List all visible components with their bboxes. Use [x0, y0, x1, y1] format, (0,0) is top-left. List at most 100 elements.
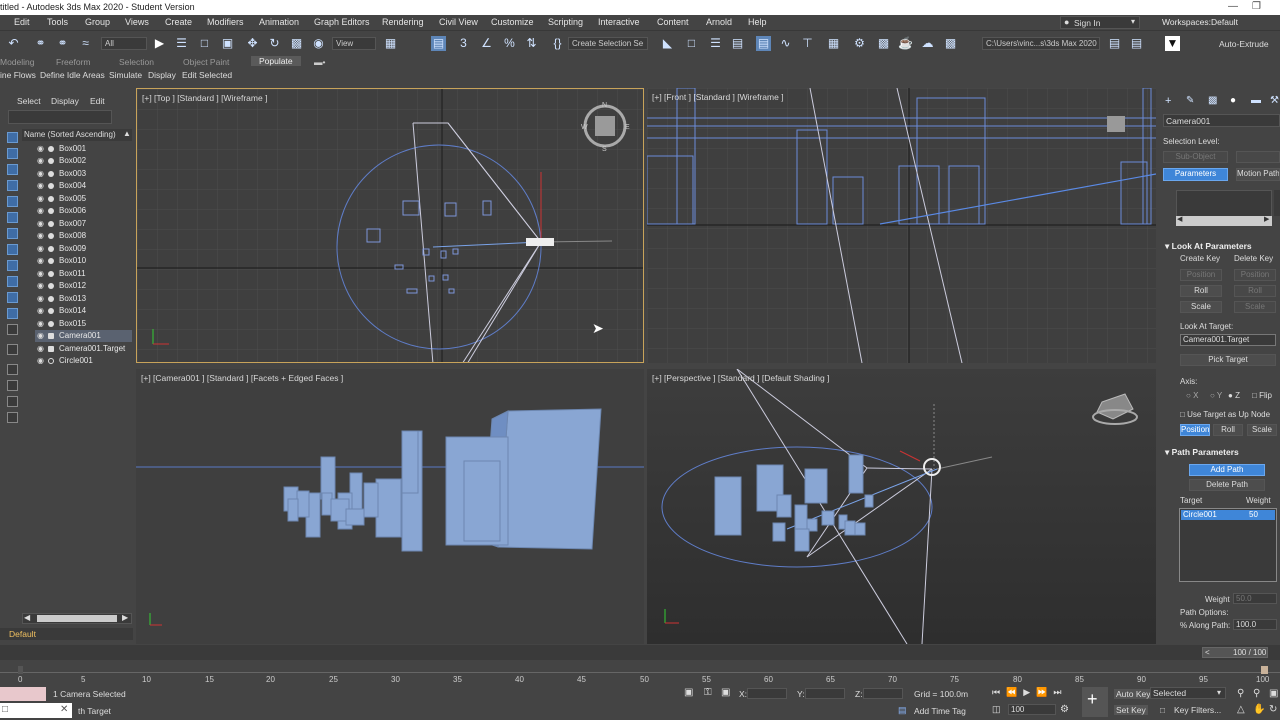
- time-config-icon[interactable]: ◫: [992, 704, 1001, 715]
- scene-list-header[interactable]: Name (Sorted Ascending) ▲: [22, 129, 132, 141]
- list-item[interactable]: ◉ Box004: [35, 180, 132, 192]
- scroll-right-icon[interactable]: ▶: [1264, 215, 1269, 223]
- display-geometry-icon[interactable]: [7, 148, 18, 159]
- display-space-warps-icon[interactable]: [7, 228, 18, 239]
- list-item[interactable]: ◉ Box012: [35, 280, 132, 292]
- visibility-eye-icon[interactable]: ◉: [37, 143, 44, 155]
- selection-lock-icon[interactable]: ⚿: [704, 687, 712, 698]
- visibility-eye-icon[interactable]: ◉: [37, 205, 44, 217]
- material-editor-icon[interactable]: ▦: [826, 36, 841, 51]
- modify-tab-icon[interactable]: ✎: [1186, 95, 1194, 106]
- visibility-eye-icon[interactable]: ◉: [37, 355, 44, 367]
- track-bar[interactable]: 0 5 10 15 20 25 30 35 40 45 50 55 60 65 …: [0, 663, 1280, 685]
- menu-edit[interactable]: Edit: [14, 17, 30, 27]
- filter-icon[interactable]: [7, 396, 18, 407]
- menu-tools[interactable]: Tools: [47, 17, 68, 27]
- menu-arnold[interactable]: Arnold: [706, 17, 732, 27]
- angle-snap-icon[interactable]: ∠: [479, 36, 494, 51]
- motion-tab-icon[interactable]: ●: [1230, 95, 1236, 106]
- scroll-left-icon[interactable]: ◀: [24, 613, 30, 622]
- ribbon-toggle-icon[interactable]: ▤: [756, 36, 771, 51]
- project-folder-icon[interactable]: ▤: [1107, 36, 1122, 51]
- time-slider-thumb[interactable]: < 100 / 100: [1202, 647, 1268, 658]
- axis-y-radio[interactable]: ○ Y: [1210, 391, 1222, 400]
- move-icon[interactable]: ✥: [245, 36, 260, 51]
- scene-explorer-toggle-icon[interactable]: ☰: [708, 36, 723, 51]
- visibility-eye-icon[interactable]: ◉: [37, 330, 44, 342]
- scale-toggle-button[interactable]: Scale: [1247, 424, 1277, 436]
- display-tab-icon[interactable]: ▬: [1251, 95, 1261, 106]
- auto-extrude-label[interactable]: Auto-Extrude: [1219, 39, 1269, 49]
- absolute-mode-icon[interactable]: ▣: [721, 687, 730, 698]
- scene-menu-display[interactable]: Display: [51, 96, 79, 106]
- viewport-top[interactable]: N W E S [+] [Top ] [Standard ] [Wirefram…: [136, 88, 644, 363]
- list-item[interactable]: ◉ Box011: [35, 268, 132, 280]
- delete-path-button[interactable]: Delete Path: [1189, 479, 1265, 491]
- find-icon[interactable]: [7, 412, 18, 423]
- edit-named-selection-icon[interactable]: {}: [550, 36, 565, 51]
- list-item[interactable]: ◉ Box008: [35, 230, 132, 242]
- visibility-eye-icon[interactable]: ◉: [37, 255, 44, 267]
- rotate-icon[interactable]: ↻: [267, 36, 282, 51]
- select-object-icon[interactable]: ▶: [152, 36, 167, 51]
- select-by-name-icon[interactable]: ☰: [174, 36, 189, 51]
- time-configuration-icon[interactable]: ⚙: [1060, 704, 1069, 715]
- display-frozen-icon[interactable]: [7, 308, 18, 319]
- key-mode-icon[interactable]: □: [1160, 705, 1165, 715]
- roll-toggle-button[interactable]: Roll: [1213, 424, 1243, 436]
- display-containers-icon[interactable]: [7, 292, 18, 303]
- list-item[interactable]: ◉ Box001: [35, 143, 132, 155]
- visibility-eye-icon[interactable]: ◉: [37, 193, 44, 205]
- scene-menu-select[interactable]: Select: [17, 96, 41, 106]
- visibility-eye-icon[interactable]: ◉: [37, 243, 44, 255]
- place-icon[interactable]: ◉: [311, 36, 326, 51]
- list-item[interactable]: ◉ Box009: [35, 243, 132, 255]
- menu-interactive[interactable]: Interactive: [598, 17, 640, 27]
- key-marker-start[interactable]: [18, 666, 23, 674]
- create-key-roll-button[interactable]: Roll: [1180, 285, 1222, 297]
- current-frame-field[interactable]: 100: [1008, 704, 1056, 715]
- menu-modifiers[interactable]: Modifiers: [207, 17, 244, 27]
- zoom-all-icon[interactable]: ⚲: [1253, 688, 1260, 699]
- orbit-icon[interactable]: ↻: [1269, 704, 1277, 715]
- define-flows-button[interactable]: ine Flows: [0, 70, 36, 80]
- window-crossing-icon[interactable]: ▣: [220, 36, 235, 51]
- rectangle-selection-icon[interactable]: □: [197, 36, 212, 51]
- visibility-eye-icon[interactable]: ◉: [37, 180, 44, 192]
- display-button[interactable]: Display: [148, 70, 176, 80]
- list-item[interactable]: ◉ Box013: [35, 293, 132, 305]
- edit-selected-button[interactable]: Edit Selected: [182, 70, 232, 80]
- percent-snap-icon[interactable]: %: [502, 36, 517, 51]
- menu-animation[interactable]: Animation: [259, 17, 299, 27]
- menu-create[interactable]: Create: [165, 17, 192, 27]
- axis-z-radio[interactable]: ● Z: [1228, 391, 1240, 400]
- display-cameras-icon[interactable]: [7, 196, 18, 207]
- curve-editor-icon[interactable]: ∿: [778, 36, 793, 51]
- z-coordinate-field[interactable]: [863, 688, 903, 699]
- menu-graph-editors[interactable]: Graph Editors: [314, 17, 370, 27]
- sub-object-button[interactable]: Sub-Object: [1163, 151, 1228, 163]
- pivot-center-icon[interactable]: ▦: [383, 36, 398, 51]
- list-item[interactable]: ◉ Box005: [35, 193, 132, 205]
- render-production-icon[interactable]: ☕: [898, 36, 913, 51]
- playback-controls[interactable]: ⏮⏪▶⏩⏭: [992, 687, 1068, 698]
- schematic-view-icon[interactable]: ⊤: [800, 36, 815, 51]
- look-at-rollout[interactable]: ▾ Look At Parameters: [1165, 241, 1252, 252]
- maximize-icon[interactable]: ❐: [1252, 1, 1261, 12]
- delete-key-position-button[interactable]: Position: [1234, 269, 1276, 281]
- key-marker-end[interactable]: [1261, 666, 1268, 674]
- render-in-cloud-icon[interactable]: ☁: [920, 36, 935, 51]
- invert-display-icon[interactable]: [7, 380, 18, 391]
- menu-views[interactable]: Views: [125, 17, 149, 27]
- list-item[interactable]: ◉ Box014: [35, 305, 132, 317]
- along-path-spinner[interactable]: 100.0: [1233, 619, 1277, 630]
- pan-view-icon[interactable]: ✋: [1253, 704, 1265, 715]
- zoom-extents-icon[interactable]: ▣: [1269, 688, 1278, 699]
- y-coordinate-field[interactable]: [805, 688, 845, 699]
- menu-help[interactable]: Help: [748, 17, 767, 27]
- maxscript-input[interactable]: □ ✕: [0, 703, 72, 718]
- snaps-toggle-icon[interactable]: 3: [456, 36, 471, 51]
- utilities-tab-icon[interactable]: ⚒: [1270, 95, 1279, 106]
- trajectory-scrollbar[interactable]: ◀ ▶: [1176, 216, 1272, 226]
- viewport-perspective[interactable]: [+] [Perspective ] [Standard ] [Default …: [647, 369, 1156, 644]
